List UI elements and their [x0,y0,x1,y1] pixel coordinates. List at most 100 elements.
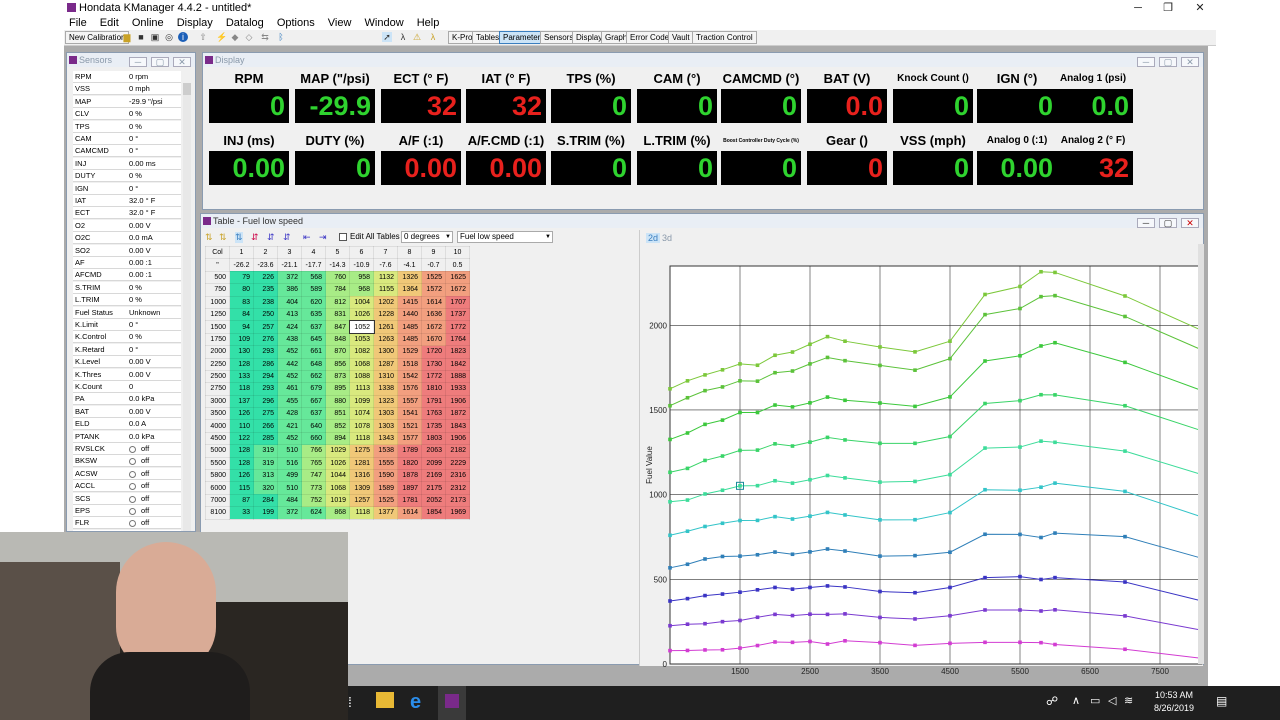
data-point[interactable] [983,575,987,580]
fuel-cell[interactable]: 455 [277,394,302,409]
fuel-cell[interactable]: 284 [253,493,278,508]
data-point[interactable] [703,593,707,598]
data-point[interactable] [738,410,742,415]
data-point[interactable] [1053,608,1057,612]
file-explorer-icon[interactable] [376,692,394,708]
data-point[interactable] [685,379,690,383]
data-point[interactable] [1123,314,1127,319]
fuel-cell[interactable]: 648 [301,357,326,371]
fuel-cell[interactable]: 1541 [397,407,422,421]
data-point[interactable] [825,395,830,399]
fuel-cell[interactable]: 660 [301,431,326,446]
data-point[interactable] [1018,608,1022,612]
fuel-cell[interactable]: 510 [277,481,302,495]
fuel-cell[interactable]: 1287 [373,357,398,371]
fuel-cell[interactable]: 1878 [397,469,422,483]
fuel-cell[interactable]: 1113 [349,382,374,396]
data-point[interactable] [703,388,707,393]
data-point[interactable] [808,639,812,644]
fuel-cell[interactable]: 1888 [445,369,470,384]
data-point[interactable] [1123,403,1127,408]
data-point[interactable] [685,529,690,534]
fuel-cell[interactable]: 2229 [445,456,470,471]
data-point[interactable] [913,441,917,446]
notifications-icon[interactable]: ▤ [1216,694,1227,708]
data-point[interactable] [983,487,987,492]
fuel-cell[interactable]: 413 [277,307,302,322]
people-icon[interactable]: ☍ [1046,694,1058,708]
fuel-cell[interactable]: 285 [253,431,278,446]
table-select[interactable]: Fuel low speed ▼ [457,231,553,243]
fuel-cell[interactable]: 1044 [325,469,350,483]
fuel-cell[interactable]: 404 [277,295,302,309]
fuel-cell[interactable]: 421 [277,419,302,433]
fuel-cell[interactable]: 1763 [421,407,446,421]
fuel-cell[interactable]: 128 [229,444,254,458]
fuel-cell[interactable]: 1525 [421,270,446,285]
degrees-select[interactable]: 0 degrees ▼ [401,231,453,243]
fuel-cell[interactable]: 894 [325,431,350,446]
fuel-cell[interactable]: 1823 [445,345,470,359]
data-point[interactable] [773,612,777,617]
fuel-cell[interactable]: 847 [325,320,350,334]
fuel-cell[interactable]: 1737 [445,307,470,322]
data-point[interactable] [1039,609,1043,613]
fuel-cell[interactable]: 1257 [349,493,374,508]
data-point[interactable] [773,514,777,519]
data-point[interactable] [843,438,847,442]
fuel-cell[interactable]: 1415 [397,295,422,309]
search-icon[interactable]: ◎ [164,32,174,42]
fuel-cell[interactable]: 319 [253,456,278,471]
fuel-cell[interactable]: 2169 [421,469,446,483]
fuel-cell[interactable]: 1082 [349,345,374,359]
data-point[interactable] [983,640,987,645]
data-point[interactable] [668,566,672,570]
fuel-cell[interactable]: 294 [253,369,278,384]
fuel-cell[interactable]: 868 [325,506,350,520]
minimize-button[interactable]: ─ [1122,0,1154,16]
data-point[interactable] [685,622,690,626]
fuel-cell[interactable]: 452 [277,345,302,359]
network-icon[interactable]: ▭ [1090,694,1100,707]
data-point[interactable] [668,623,672,628]
data-point[interactable] [1039,577,1043,582]
fuel-cell[interactable]: 94 [229,320,254,334]
fuel-cell[interactable]: 637 [301,320,326,334]
fuel-cell[interactable]: 1309 [349,481,374,495]
data-point[interactable] [913,350,917,354]
cam-2-icon[interactable]: ⇅ [219,232,227,243]
close-button[interactable]: ✕ [1184,0,1216,16]
data-point[interactable] [1018,574,1022,579]
fuel-cell[interactable]: 1068 [349,357,374,371]
fuel-cell[interactable]: 238 [253,295,278,309]
menu-file[interactable]: File [64,16,92,30]
increase-icon[interactable]: ⇵ [267,232,275,243]
data-point[interactable] [878,480,882,484]
data-point[interactable] [738,484,742,488]
fuel-cell[interactable]: 1155 [373,283,398,297]
print-icon[interactable]: ▣ [150,32,160,42]
sensors-scroll-thumb[interactable] [183,83,191,95]
fuel-cell[interactable]: 831 [325,307,350,322]
data-point[interactable] [738,554,742,558]
fuel-cell[interactable]: 2175 [421,481,446,495]
data-point[interactable] [1039,269,1043,274]
data-point[interactable] [703,648,707,652]
data-point[interactable] [668,386,672,391]
data-point[interactable] [1018,306,1022,311]
data-point[interactable] [808,440,812,444]
data-point[interactable] [773,370,777,375]
data-point[interactable] [685,498,690,502]
data-point[interactable] [913,590,917,595]
data-point[interactable] [790,517,795,521]
data-point[interactable] [1018,532,1022,537]
fuel-cell[interactable]: 624 [301,506,326,520]
fuel-cell[interactable]: 2312 [445,481,470,495]
fuel-cell[interactable]: 1281 [349,456,374,471]
data-point[interactable] [755,379,760,383]
data-point[interactable] [808,362,812,366]
data-point[interactable] [948,395,952,399]
data-point[interactable] [808,342,812,347]
data-point[interactable] [720,454,725,458]
fuel-cell[interactable]: 115 [229,481,254,495]
